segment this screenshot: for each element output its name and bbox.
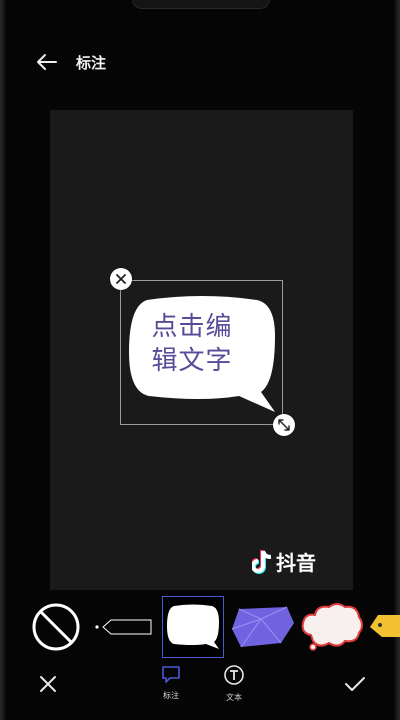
back-button[interactable]: [34, 50, 60, 74]
tab-text-label: 文本: [226, 693, 242, 702]
close-icon: [40, 676, 56, 692]
sticker-purple-gem[interactable]: [230, 596, 296, 658]
check-icon: [345, 677, 365, 691]
sticker-yellow-partial[interactable]: [368, 596, 400, 658]
tiktok-note-icon: [252, 549, 272, 574]
delete-handle[interactable]: [110, 268, 132, 290]
sticker-arrow-tag[interactable]: [92, 596, 156, 658]
text-icon: [224, 665, 244, 685]
close-icon: [116, 274, 126, 284]
bubble-text-line-2: 辑文字: [151, 346, 233, 376]
confirm-button[interactable]: [342, 672, 368, 696]
resize-handle[interactable]: [273, 414, 295, 436]
tab-annotate[interactable]: 标注: [151, 664, 191, 708]
yellow-sticker: [370, 615, 400, 637]
arrow-left-icon: [37, 54, 57, 70]
watermark-text: 抖音: [276, 551, 316, 575]
tab-text[interactable]: 文本: [214, 664, 254, 708]
tab-annotate-label: 标注: [163, 691, 179, 700]
sticker-cloud-bubble[interactable]: [298, 596, 366, 658]
cloud-sticker: [301, 603, 363, 651]
sticker-speech-bubble[interactable]: [162, 596, 224, 658]
bubble-text-line-1: 点击编: [151, 312, 233, 342]
prohibited-icon: [32, 603, 80, 651]
page-title: 标注: [76, 54, 107, 72]
cancel-button[interactable]: [36, 672, 60, 696]
watermark: 抖音: [252, 547, 316, 576]
sticker-none[interactable]: [28, 596, 84, 658]
phone-notch: [132, 0, 270, 9]
sticker-strip: [0, 596, 400, 660]
resize-diagonal-icon: [278, 419, 290, 431]
arrow-tag-sticker: [95, 619, 152, 635]
speech-bubble-sticker: [167, 604, 219, 649]
annotate-icon: [162, 666, 180, 683]
bottom-toolbar: 标注 文本: [0, 660, 400, 720]
bubble-text[interactable]: 点击编 辑文字: [132, 310, 252, 378]
gem-sticker: [231, 606, 294, 648]
header: 标注: [0, 40, 400, 84]
